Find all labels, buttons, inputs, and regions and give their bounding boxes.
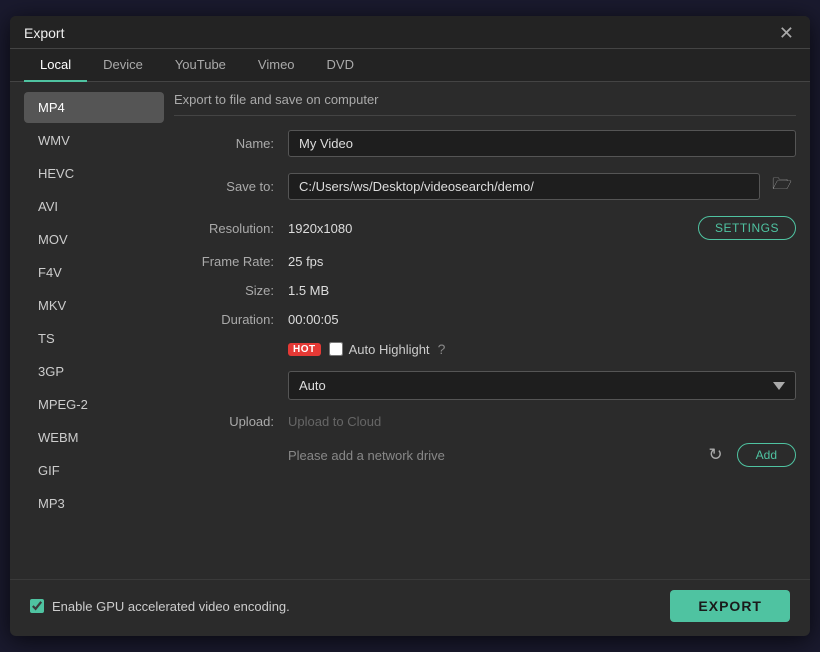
refresh-button[interactable]: ↻	[704, 443, 726, 467]
format-mpeg2[interactable]: MPEG-2	[24, 389, 164, 420]
duration-value: 00:00:05	[288, 312, 796, 327]
folder-icon: 🗁	[772, 176, 792, 193]
close-button[interactable]: ✕	[777, 24, 796, 42]
export-button[interactable]: EXPORT	[670, 590, 790, 622]
format-gif[interactable]: GIF	[24, 455, 164, 486]
tab-dvd[interactable]: DVD	[311, 49, 370, 82]
resolution-row: Resolution: 1920x1080 SETTINGS	[174, 216, 796, 240]
resolution-field: 1920x1080 SETTINGS	[288, 216, 796, 240]
format-mp3[interactable]: MP3	[24, 488, 164, 519]
export-description: Export to file and save on computer	[174, 92, 796, 116]
refresh-icon: ↻	[708, 445, 722, 464]
format-f4v[interactable]: F4V	[24, 257, 164, 288]
export-dialog: Export ✕ Local Device YouTube Vimeo DVD …	[10, 16, 810, 636]
format-webm[interactable]: WEBM	[24, 422, 164, 453]
duration-label: Duration:	[174, 312, 274, 327]
settings-button[interactable]: SETTINGS	[698, 216, 796, 240]
autohighlight-label: Auto Highlight	[349, 342, 430, 357]
autohighlight-checkbox-label[interactable]: Auto Highlight	[329, 342, 430, 357]
format-mkv[interactable]: MKV	[24, 290, 164, 321]
dialog-content: MP4 WMV HEVC AVI MOV F4V MKV TS 3GP MPEG…	[10, 82, 810, 579]
format-list: MP4 WMV HEVC AVI MOV F4V MKV TS 3GP MPEG…	[24, 92, 164, 565]
name-row: Name:	[174, 130, 796, 157]
tab-device[interactable]: Device	[87, 49, 159, 82]
network-drive-field: Please add a network drive ↻ Add	[288, 443, 796, 467]
save-to-label: Save to:	[174, 179, 274, 194]
tab-bar: Local Device YouTube Vimeo DVD	[10, 49, 810, 82]
tab-youtube[interactable]: YouTube	[159, 49, 242, 82]
auto-dropdown[interactable]: Auto 1080p 720p 480p	[288, 371, 796, 400]
format-avi[interactable]: AVI	[24, 191, 164, 222]
format-ts[interactable]: TS	[24, 323, 164, 354]
upload-cloud-label: Upload to Cloud	[288, 414, 381, 429]
auto-dropdown-field: Auto 1080p 720p 480p	[288, 371, 796, 400]
main-panel: Export to file and save on computer Name…	[174, 92, 796, 565]
save-to-field: 🗁	[288, 171, 796, 202]
resolution-label: Resolution:	[174, 221, 274, 236]
format-3gp[interactable]: 3GP	[24, 356, 164, 387]
upload-row: Upload: Upload to Cloud	[174, 414, 796, 429]
size-label: Size:	[174, 283, 274, 298]
browse-folder-button[interactable]: 🗁	[768, 171, 796, 202]
autohighlight-field: HOT Auto Highlight ?	[288, 341, 445, 357]
resolution-value: 1920x1080	[288, 221, 686, 236]
name-label: Name:	[174, 136, 274, 151]
format-mov[interactable]: MOV	[24, 224, 164, 255]
tab-local[interactable]: Local	[24, 49, 87, 82]
frame-rate-row: Frame Rate: 25 fps	[174, 254, 796, 269]
dialog-footer: Enable GPU accelerated video encoding. E…	[10, 579, 810, 636]
gpu-checkbox-label[interactable]: Enable GPU accelerated video encoding.	[30, 599, 290, 614]
size-value: 1.5 MB	[288, 283, 796, 298]
hot-badge: HOT	[288, 343, 321, 356]
upload-label: Upload:	[174, 414, 274, 429]
autohighlight-row: HOT Auto Highlight ?	[174, 341, 796, 357]
gpu-checkbox[interactable]	[30, 599, 44, 613]
gpu-label-text: Enable GPU accelerated video encoding.	[52, 599, 290, 614]
save-path-input[interactable]	[288, 173, 760, 200]
auto-dropdown-row: Auto 1080p 720p 480p	[174, 371, 796, 400]
network-drive-text: Please add a network drive	[288, 448, 694, 463]
format-hevc[interactable]: HEVC	[24, 158, 164, 189]
add-button[interactable]: Add	[737, 443, 796, 467]
duration-row: Duration: 00:00:05	[174, 312, 796, 327]
network-drive-row: Please add a network drive ↻ Add	[174, 443, 796, 467]
size-row: Size: 1.5 MB	[174, 283, 796, 298]
tab-vimeo[interactable]: Vimeo	[242, 49, 311, 82]
format-wmv[interactable]: WMV	[24, 125, 164, 156]
help-icon[interactable]: ?	[438, 341, 446, 357]
frame-rate-value: 25 fps	[288, 254, 796, 269]
save-to-row: Save to: 🗁	[174, 171, 796, 202]
format-mp4[interactable]: MP4	[24, 92, 164, 123]
frame-rate-label: Frame Rate:	[174, 254, 274, 269]
name-input[interactable]	[288, 130, 796, 157]
dialog-header: Export ✕	[10, 16, 810, 49]
autohighlight-checkbox[interactable]	[329, 342, 343, 356]
dialog-title: Export	[24, 25, 64, 41]
